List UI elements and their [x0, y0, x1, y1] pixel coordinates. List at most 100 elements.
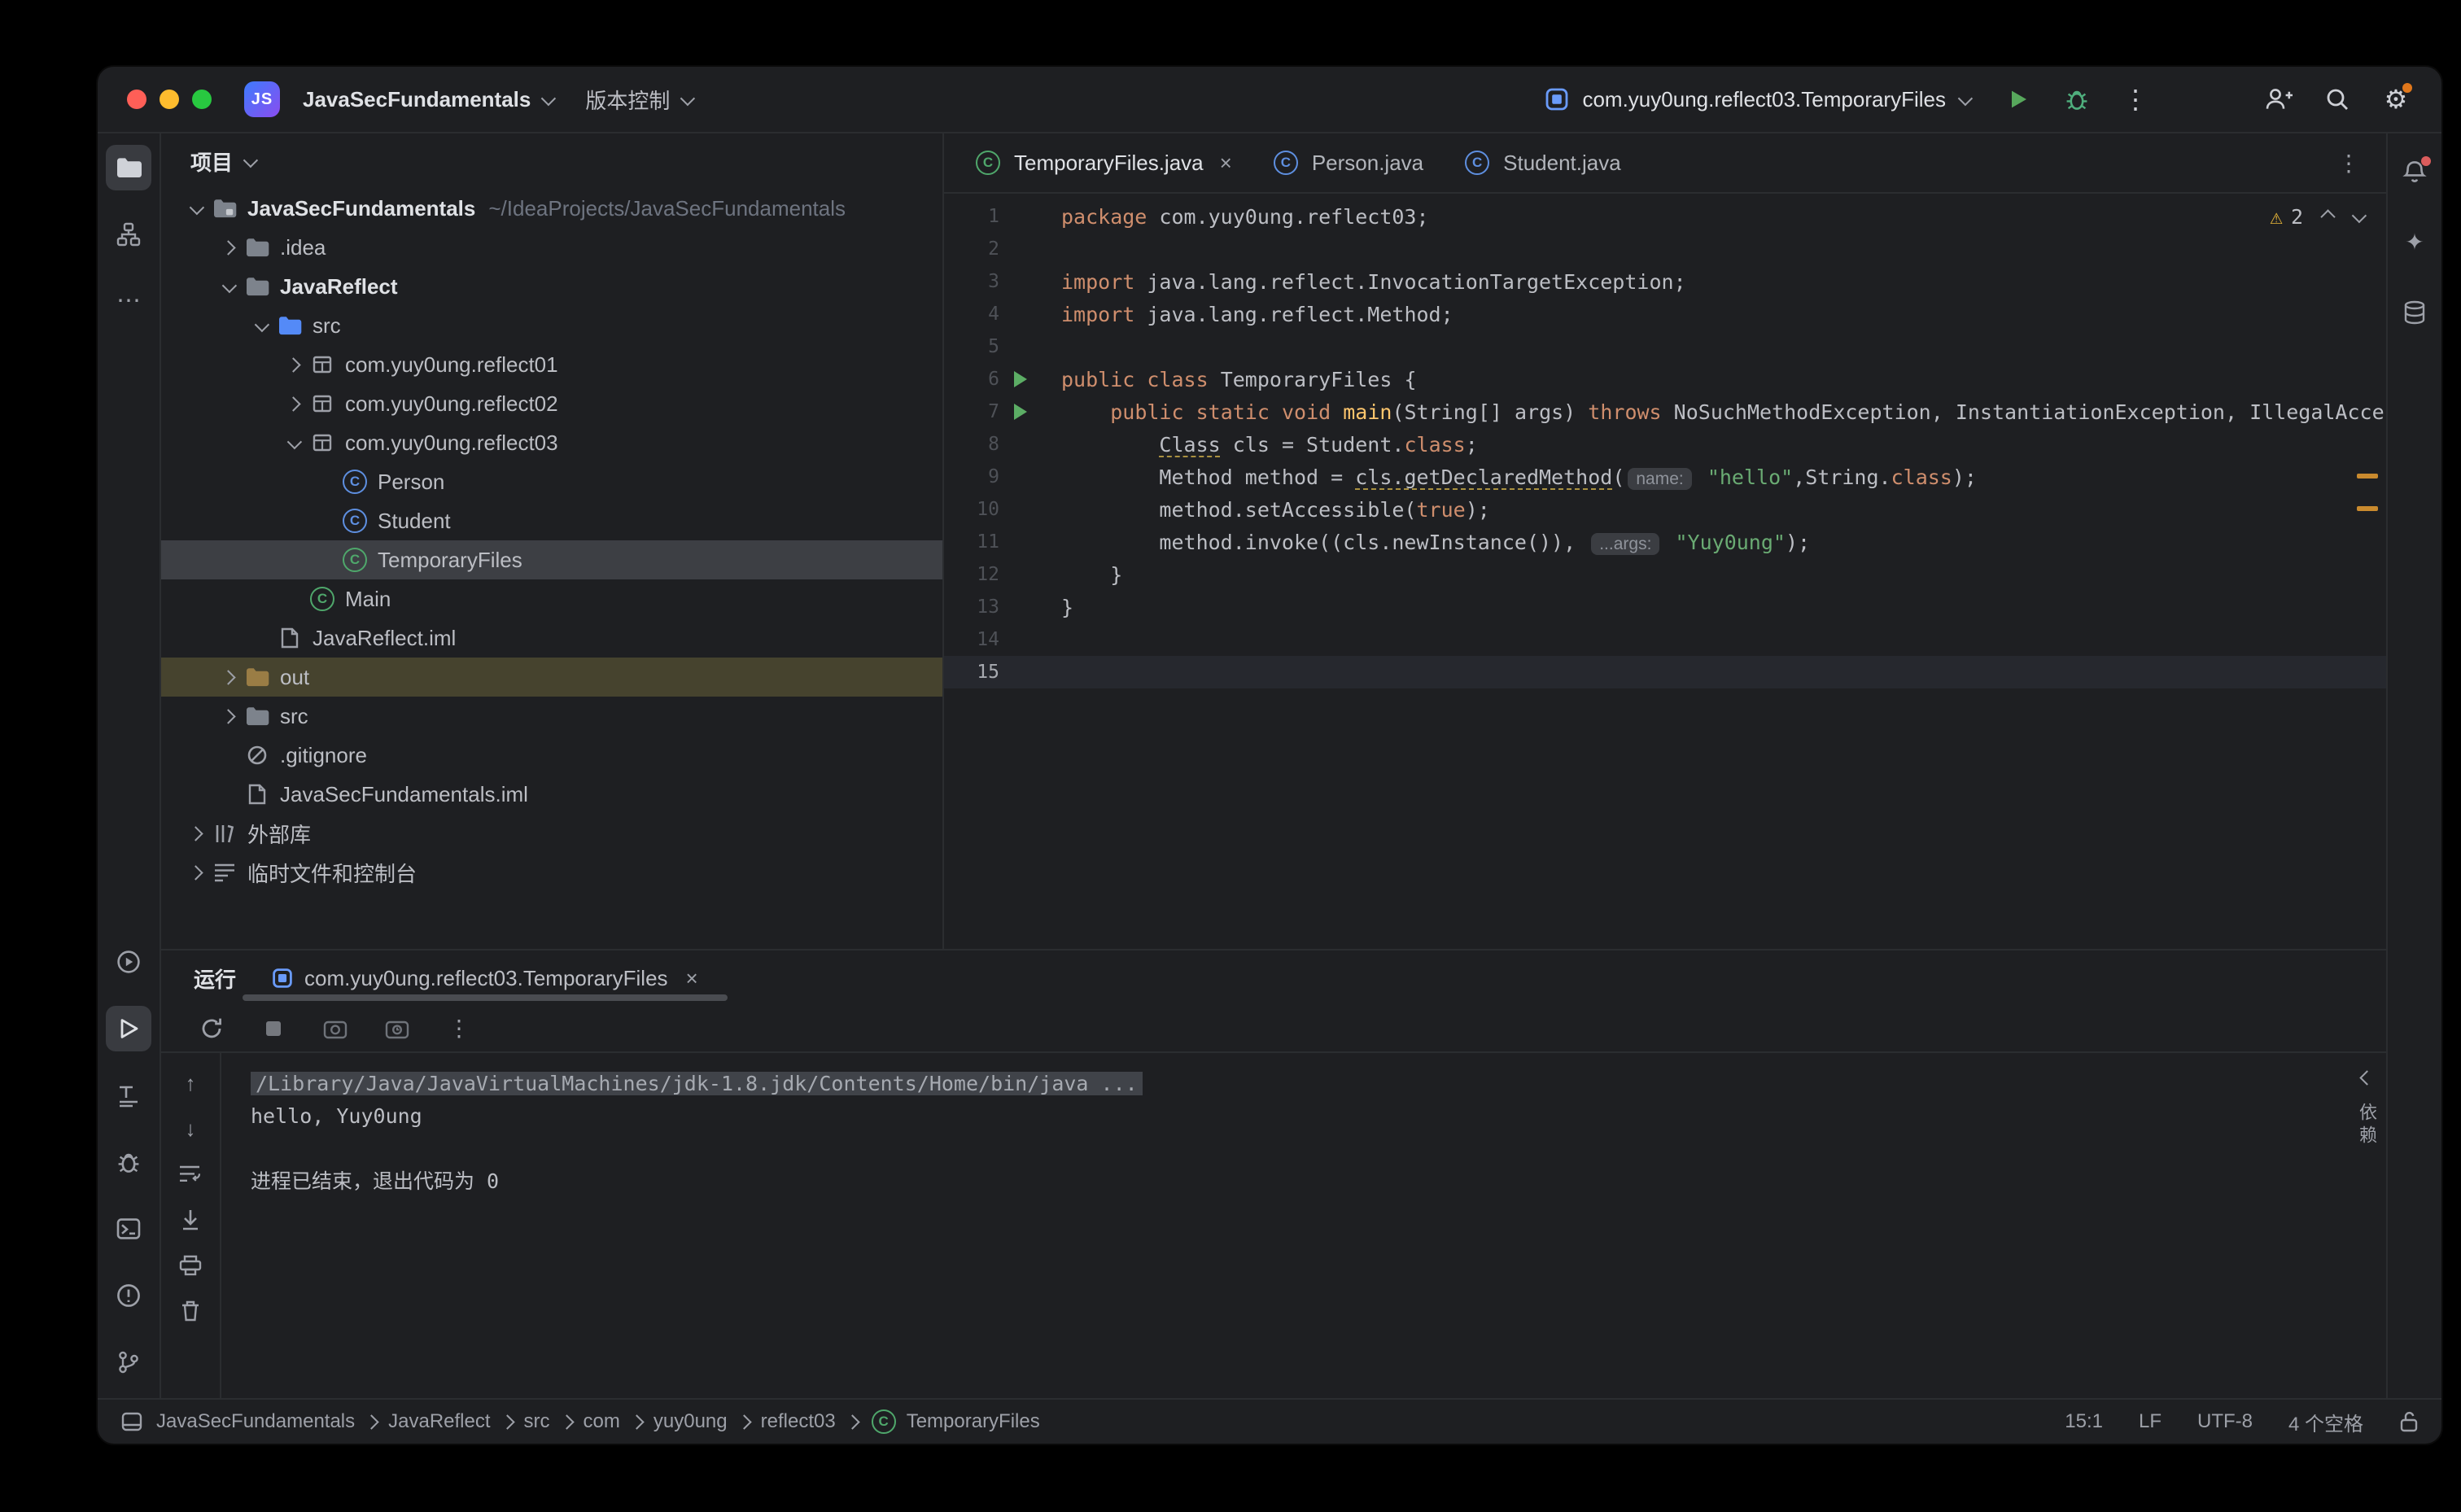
- code-line-11[interactable]: 11 method.invoke((cls.newInstance()), ..…: [944, 526, 2386, 558]
- tree-chevron-box[interactable]: [181, 867, 210, 878]
- warnings-badge[interactable]: ⚠ 2: [2270, 205, 2303, 229]
- code-line-10[interactable]: 10 method.setAccessible(true);: [944, 493, 2386, 526]
- tree-item-javareflect.iml[interactable]: JavaReflect.iml: [161, 618, 942, 658]
- breadcrumb-item-reflect03[interactable]: reflect03: [761, 1410, 836, 1433]
- more-tool-button[interactable]: ⋯: [106, 278, 151, 324]
- minimize-window-button[interactable]: [160, 90, 179, 109]
- debug-button[interactable]: [2054, 76, 2100, 122]
- lock-icon[interactable]: [2399, 1411, 2419, 1432]
- tree-chevron-box[interactable]: [213, 282, 243, 292]
- zoom-window-button[interactable]: [192, 90, 212, 109]
- code-line-1[interactable]: 1package com.yuy0ung.reflect03;: [944, 200, 2386, 233]
- more-actions-button[interactable]: ⋮: [2113, 76, 2158, 122]
- code-line-9[interactable]: 9 Method method = cls.getDeclaredMethod(…: [944, 461, 2386, 493]
- code-line-6[interactable]: 6public class TemporaryFiles {: [944, 363, 2386, 395]
- debug-tool-button[interactable]: [106, 1139, 151, 1185]
- stop-button[interactable]: [256, 1013, 291, 1044]
- tree-chevron-box[interactable]: [213, 243, 243, 253]
- run-console-tab[interactable]: com.yuy0ung.reflect03.TemporaryFiles ×: [269, 950, 702, 1006]
- project-tool-button[interactable]: [106, 145, 151, 190]
- capture-timed-button[interactable]: [379, 1013, 415, 1044]
- code-line-3[interactable]: 3import java.lang.reflect.InvocationTarg…: [944, 265, 2386, 298]
- close-window-button[interactable]: [127, 90, 146, 109]
- gutter[interactable]: [999, 371, 1042, 387]
- caret-position-widget[interactable]: 15:1: [2065, 1410, 2103, 1433]
- breadcrumb-item-javasecfundamentals[interactable]: JavaSecFundamentals: [156, 1410, 355, 1433]
- run-tool-button[interactable]: [106, 1006, 151, 1051]
- tree-item-外部库[interactable]: 外部库: [161, 814, 942, 853]
- code-editor[interactable]: ⚠ 2 1package com.yuy0ung.reflect03;23imp…: [944, 194, 2386, 949]
- console-output[interactable]: /Library/Java/JavaVirtualMachines/jdk-1.…: [221, 1053, 2347, 1398]
- breadcrumb-item-javareflect[interactable]: JavaReflect: [388, 1410, 490, 1433]
- code-line-8[interactable]: 8 Class cls = Student.class;: [944, 428, 2386, 461]
- softwrap-button[interactable]: [173, 1159, 208, 1190]
- services-tool-button[interactable]: [106, 939, 151, 985]
- tree-chevron-box[interactable]: [181, 828, 210, 839]
- tree-item-temporaryfiles[interactable]: CTemporaryFiles: [161, 540, 942, 579]
- scrollend-button[interactable]: [173, 1204, 208, 1235]
- tree-item-.idea[interactable]: .idea: [161, 228, 942, 267]
- run-configuration-selector[interactable]: com.yuy0ung.reflect03.TemporaryFiles: [1532, 76, 1982, 122]
- tool-window-layout-icon[interactable]: [120, 1411, 143, 1432]
- warning-stripe-mark[interactable]: [2357, 474, 2378, 479]
- breadcrumb-item-yuy0ung[interactable]: yuy0ung: [653, 1410, 728, 1433]
- clear-button[interactable]: [173, 1296, 208, 1326]
- line-ending-widget[interactable]: LF: [2139, 1410, 2162, 1433]
- editor-tab-student.java[interactable]: CStudent.java: [1443, 133, 1641, 192]
- tree-item-com.yuy0ung.reflect03[interactable]: com.yuy0ung.reflect03: [161, 423, 942, 462]
- tree-chevron-box[interactable]: [181, 203, 210, 214]
- tree-chevron-box[interactable]: [278, 399, 308, 409]
- breadcrumb-item-src[interactable]: src: [524, 1410, 550, 1433]
- tree-item-student[interactable]: CStudent: [161, 501, 942, 540]
- run-line-icon[interactable]: [1014, 404, 1027, 420]
- gutter[interactable]: [999, 404, 1042, 420]
- tree-chevron-box[interactable]: [246, 321, 275, 331]
- expand-toolbar-icon[interactable]: [2359, 1070, 2374, 1085]
- up-button[interactable]: ↑: [173, 1068, 208, 1099]
- tree-chevron-box[interactable]: [278, 438, 308, 448]
- code-with-me-button[interactable]: [2256, 76, 2301, 122]
- warning-stripe-mark[interactable]: [2357, 506, 2378, 511]
- database-tool-button[interactable]: [2392, 290, 2437, 335]
- settings-button[interactable]: ⚙: [2373, 76, 2419, 122]
- code-line-4[interactable]: 4import java.lang.reflect.Method;: [944, 298, 2386, 330]
- code-line-2[interactable]: 2: [944, 233, 2386, 265]
- project-panel-header[interactable]: 项目: [161, 133, 942, 189]
- ai-assistant-tool-button[interactable]: ✦: [2392, 220, 2437, 265]
- tree-item-src[interactable]: src: [161, 306, 942, 345]
- structure-tool-button[interactable]: [106, 212, 151, 257]
- problems-tool-button[interactable]: [106, 1273, 151, 1318]
- breadcrumb-item-temporaryfiles[interactable]: CTemporaryFiles: [869, 1409, 1040, 1434]
- rerun-button[interactable]: [194, 1013, 229, 1044]
- todo-tool-button[interactable]: [106, 1073, 151, 1118]
- editor-tab-person.java[interactable]: CPerson.java: [1252, 133, 1443, 192]
- tree-item-临时文件和控制台[interactable]: 临时文件和控制台: [161, 853, 942, 892]
- code-line-15[interactable]: 15: [944, 656, 2386, 688]
- tree-chevron-box[interactable]: [213, 711, 243, 722]
- code-line-5[interactable]: 5: [944, 330, 2386, 363]
- capture-button[interactable]: [317, 1013, 353, 1044]
- project-menu[interactable]: JavaSecFundamentals: [293, 76, 562, 122]
- down-button[interactable]: ↓: [173, 1113, 208, 1144]
- tree-chevron-box[interactable]: [213, 672, 243, 683]
- tree-item-com.yuy0ung.reflect01[interactable]: com.yuy0ung.reflect01: [161, 345, 942, 384]
- code-line-14[interactable]: 14: [944, 623, 2386, 656]
- more-vertical-button[interactable]: ⋮: [441, 1013, 477, 1044]
- run-line-icon[interactable]: [1014, 371, 1027, 387]
- close-icon[interactable]: ×: [1220, 151, 1232, 176]
- git-tool-button[interactable]: [106, 1339, 151, 1385]
- tree-item-javasecfundamentals[interactable]: JavaSecFundamentals~/IdeaProjects/JavaSe…: [161, 189, 942, 228]
- encoding-widget[interactable]: UTF-8: [2197, 1410, 2253, 1433]
- tree-item-src[interactable]: src: [161, 697, 942, 736]
- editor-tabs-options-button[interactable]: ⋮: [2321, 150, 2376, 177]
- print-button[interactable]: [173, 1250, 208, 1281]
- search-everywhere-button[interactable]: [2315, 76, 2360, 122]
- right-stripe-tab[interactable]: 依赖: [2354, 1103, 2380, 1148]
- breadcrumb-item-com[interactable]: com: [584, 1410, 620, 1433]
- tree-item-.gitignore[interactable]: .gitignore: [161, 736, 942, 775]
- code-line-13[interactable]: 13}: [944, 591, 2386, 623]
- terminal-tool-button[interactable]: [106, 1206, 151, 1252]
- tree-item-person[interactable]: CPerson: [161, 462, 942, 501]
- run-button[interactable]: [1995, 76, 2041, 122]
- tree-item-javasecfundamentals.iml[interactable]: JavaSecFundamentals.iml: [161, 775, 942, 814]
